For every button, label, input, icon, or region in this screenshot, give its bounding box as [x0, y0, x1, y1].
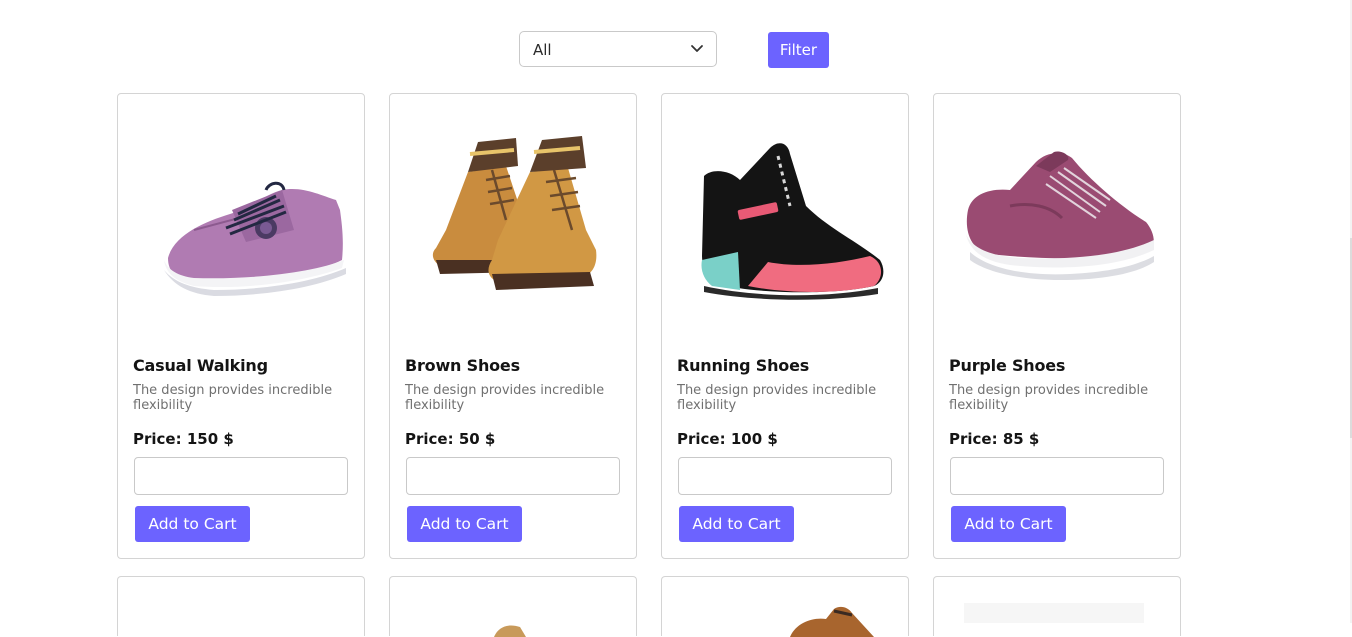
product-price: Price: 150 $: [133, 430, 234, 448]
product-price: Price: 50 $: [405, 430, 496, 448]
product-card: Purple Shoes The design provides incredi…: [933, 93, 1181, 559]
product-title: Purple Shoes: [949, 356, 1066, 375]
product-card: [117, 576, 365, 636]
product-title: Running Shoes: [677, 356, 810, 375]
product-card: [389, 576, 637, 637]
product-card: Casual Walking The design provides incre…: [117, 93, 365, 559]
product-card: Running Shoes The design provides incred…: [661, 93, 909, 559]
product-description: The design provides incredible flexibili…: [405, 383, 605, 413]
black-pink-runner-image: [701, 143, 884, 300]
quantity-input[interactable]: [678, 457, 892, 495]
tan-leather-boots-image: [432, 136, 597, 290]
product-price: Price: 100 $: [677, 430, 778, 448]
add-to-cart-button[interactable]: Add to Cart: [135, 506, 250, 542]
product-image: [494, 625, 526, 637]
mauve-sneaker-image: [966, 151, 1154, 280]
product-description: The design provides incredible flexibili…: [677, 383, 877, 413]
purple-knit-sneaker-image: [164, 181, 346, 296]
product-title: Brown Shoes: [405, 356, 520, 375]
filter-bar: All Filter: [0, 0, 1352, 90]
chevron-down-icon: [691, 45, 703, 52]
product-card: [661, 576, 909, 637]
category-select-value: All: [533, 41, 552, 59]
add-to-cart-button[interactable]: Add to Cart: [407, 506, 522, 542]
product-title: Casual Walking: [133, 356, 268, 375]
quantity-input[interactable]: [950, 457, 1164, 495]
add-to-cart-button[interactable]: Add to Cart: [679, 506, 794, 542]
product-description: The design provides incredible flexibili…: [133, 383, 333, 413]
product-description: The design provides incredible flexibili…: [949, 383, 1149, 413]
product-image: [790, 606, 874, 637]
category-select[interactable]: All: [519, 31, 717, 67]
filter-button[interactable]: Filter: [768, 32, 829, 68]
quantity-input[interactable]: [406, 457, 620, 495]
product-image: [964, 603, 1144, 623]
product-price: Price: 85 $: [949, 430, 1040, 448]
product-card: [933, 576, 1181, 636]
quantity-input[interactable]: [134, 457, 348, 495]
product-card: Brown Shoes The design provides incredib…: [389, 93, 637, 559]
add-to-cart-button[interactable]: Add to Cart: [951, 506, 1066, 542]
